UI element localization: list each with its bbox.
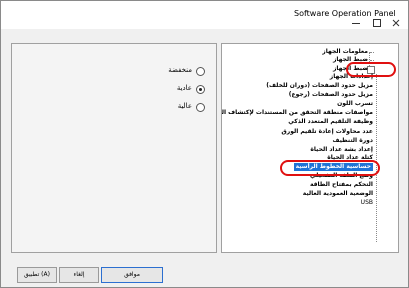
cancel-button[interactable]: إلغاء bbox=[59, 267, 99, 283]
window-controls bbox=[350, 19, 402, 27]
ok-button[interactable]: موافق bbox=[101, 267, 163, 283]
tree-item-device-info[interactable]: معلومات الجهاز bbox=[322, 48, 368, 56]
tree-item-device-setting[interactable]: ضبط الجهاز bbox=[333, 56, 368, 64]
software-operation-panel-window: Software Operation Panel منخفضة عادية عا… bbox=[0, 0, 409, 288]
tree-connector bbox=[376, 74, 377, 242]
apply-button[interactable]: تطبيق (A) bbox=[17, 267, 57, 283]
title-bar: Software Operation Panel bbox=[1, 1, 408, 29]
radio-normal[interactable]: عادية bbox=[122, 84, 210, 96]
maximize-icon[interactable] bbox=[370, 19, 382, 27]
tree-item-page-edge-return[interactable]: مزيل حدود الصفحات (رجوع) bbox=[289, 91, 373, 99]
tree-item-vertical-line-sensitivity[interactable]: حساسية الخطوط الرأسية bbox=[293, 163, 373, 171]
minimize-icon[interactable] bbox=[350, 19, 362, 27]
radio-normal-circle[interactable] bbox=[196, 85, 205, 94]
radio-low[interactable]: منخفضة bbox=[122, 66, 210, 78]
radio-high-circle[interactable] bbox=[196, 103, 205, 112]
tree-item-smart-multifeed[interactable]: وظيفة التلقيم المتعدد الذكي bbox=[288, 118, 373, 126]
tree-item-multifeed-area[interactable]: مواصفات منطقة التحقق من المستندات لإكتشا… bbox=[222, 109, 373, 117]
tree-connector bbox=[370, 60, 374, 61]
tree-item-device-setting-2[interactable]: ضبط الجهاز bbox=[333, 65, 368, 73]
radio-low-circle[interactable] bbox=[196, 67, 205, 76]
tree-item-cleaning-cycle[interactable]: دورة التنظيف bbox=[332, 137, 373, 145]
radio-normal-label: عادية bbox=[176, 84, 192, 92]
tree-item-operation-mode[interactable]: وضع الملف التشغيلي bbox=[310, 172, 373, 180]
tree-item-retry-count[interactable]: عدد محاولات إعادة تلقيم الورق bbox=[281, 128, 373, 136]
tree-item-high-vertical[interactable]: الوضعية العمودية العالية bbox=[303, 190, 373, 198]
tree-item-life-counter-reset[interactable]: إعداد بشة عداد الحياة bbox=[310, 146, 373, 154]
tree-item-device-settings[interactable]: إعدادات الجهاز bbox=[330, 73, 373, 81]
tree-item-color-bleed[interactable]: تسرب اللون bbox=[337, 100, 373, 108]
close-icon[interactable] bbox=[390, 19, 402, 27]
settings-panel: منخفضة عادية عالية bbox=[11, 43, 217, 253]
window-title: Software Operation Panel bbox=[294, 9, 396, 18]
tree-item-life-counter-block[interactable]: كتلة عداد الحياة bbox=[327, 154, 373, 162]
radio-high[interactable]: عالية bbox=[122, 102, 210, 114]
radio-high-label: عالية bbox=[177, 102, 192, 110]
tree-item-page-edge-back[interactable]: مزيل حدود الصفحات (دوران للخلف) bbox=[266, 82, 373, 90]
radio-low-label: منخفضة bbox=[168, 66, 192, 74]
tree-connector bbox=[370, 52, 374, 53]
tree-item-usb[interactable]: USB bbox=[361, 199, 373, 207]
tree-item-power-switch[interactable]: التحكم بمفتاح الطاقة bbox=[310, 181, 373, 189]
settings-tree: معلومات الجهاز ضبط الجهاز ضبط الجهاز إعد… bbox=[221, 43, 399, 253]
